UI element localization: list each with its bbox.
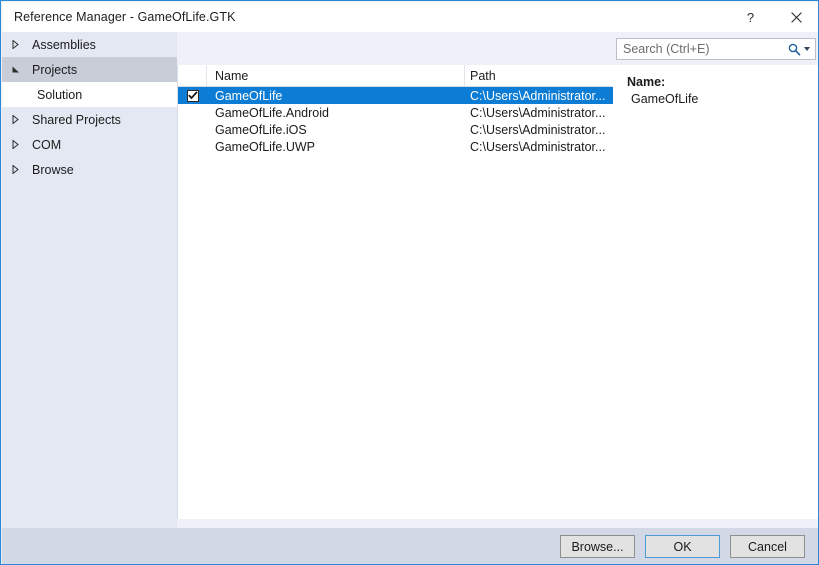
sidebar-item-label: Browse — [32, 162, 74, 177]
reference-manager-dialog: Reference Manager - GameOfLife.GTK ? Ass… — [0, 0, 819, 565]
sidebar-item-com[interactable]: COM — [2, 132, 177, 157]
dialog-footer: Browse... OK Cancel — [2, 528, 818, 564]
search-icon — [788, 43, 801, 56]
sidebar-item-label: Shared Projects — [32, 112, 121, 127]
row-path: C:\Users\Administrator... — [470, 88, 606, 103]
chevron-right-icon — [12, 115, 28, 124]
table-row[interactable]: GameOfLife.UWP C:\Users\Administrator... — [178, 138, 613, 155]
question-mark-icon: ? — [746, 9, 755, 25]
table-row[interactable]: GameOfLife.Android C:\Users\Administrato… — [178, 104, 613, 121]
table-row[interactable]: GameOfLife C:\Users\Administrator... — [178, 87, 613, 104]
row-name: GameOfLife.UWP — [215, 139, 316, 154]
chevron-right-icon — [12, 140, 28, 149]
chevron-right-icon — [12, 40, 28, 49]
sidebar-item-solution[interactable]: Solution — [2, 82, 177, 107]
sidebar-item-label: Solution — [37, 87, 83, 102]
title-bar: Reference Manager - GameOfLife.GTK ? — [2, 2, 818, 32]
detail-pane: Name: GameOfLife — [617, 65, 818, 519]
column-header-name[interactable]: Name — [207, 65, 465, 86]
cancel-button[interactable]: Cancel — [730, 535, 805, 558]
detail-name-value: GameOfLife — [631, 92, 699, 106]
row-path: C:\Users\Administrator... — [470, 122, 606, 137]
category-sidebar[interactable]: Assemblies Projects Solution Shared Proj… — [2, 32, 177, 528]
sidebar-item-label: Assemblies — [32, 37, 96, 52]
ok-button[interactable]: OK — [645, 535, 720, 558]
sidebar-item-assemblies[interactable]: Assemblies — [2, 32, 177, 57]
sidebar-item-label: COM — [32, 137, 62, 152]
row-checkbox[interactable] — [178, 89, 207, 102]
search-input[interactable]: Search (Ctrl+E) — [616, 38, 816, 60]
checkbox-checked-icon — [186, 89, 199, 102]
search-icon-group[interactable] — [788, 43, 815, 56]
close-icon — [790, 11, 802, 23]
help-button[interactable]: ? — [728, 2, 773, 32]
row-path: C:\Users\Administrator... — [470, 139, 606, 154]
row-name: GameOfLife.Android — [215, 105, 329, 120]
footer-button-group: Browse... OK Cancel — [560, 535, 805, 558]
sidebar-item-browse[interactable]: Browse — [2, 157, 177, 182]
list-body: GameOfLife C:\Users\Administrator... Gam… — [178, 87, 613, 155]
reference-list: Name Path GameOfLife C:\Users\Administra… — [177, 65, 613, 519]
row-name: GameOfLife.iOS — [215, 122, 307, 137]
chevron-down-icon[interactable] — [804, 47, 810, 51]
browse-button[interactable]: Browse... — [560, 535, 635, 558]
sidebar-item-shared-projects[interactable]: Shared Projects — [2, 107, 177, 132]
detail-name-label: Name: — [627, 75, 666, 89]
list-header-row: Name Path — [178, 65, 613, 87]
row-name: GameOfLife — [215, 88, 283, 103]
chevron-down-icon — [12, 66, 28, 73]
sidebar-item-projects[interactable]: Projects — [2, 57, 177, 82]
chevron-right-icon — [12, 165, 28, 174]
sidebar-item-label: Projects — [32, 62, 78, 77]
row-path: C:\Users\Administrator... — [470, 105, 606, 120]
column-header-checkbox[interactable] — [178, 65, 207, 86]
table-row[interactable]: GameOfLife.iOS C:\Users\Administrator... — [178, 121, 613, 138]
search-placeholder: Search (Ctrl+E) — [623, 42, 710, 56]
column-header-path[interactable]: Path — [465, 65, 613, 86]
window-title: Reference Manager - GameOfLife.GTK — [14, 10, 236, 24]
close-button[interactable] — [773, 2, 818, 32]
title-bar-buttons: ? — [728, 2, 818, 32]
